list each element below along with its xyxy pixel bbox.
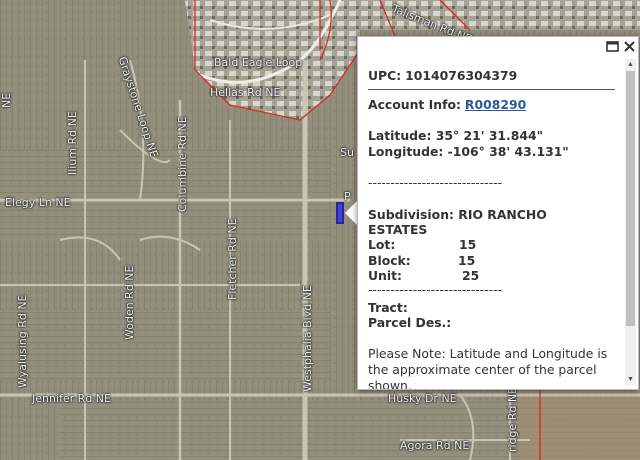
street-label-woden: Woden Rd NE (123, 265, 136, 340)
scroll-thumb[interactable] (626, 71, 635, 326)
scroll-up-icon[interactable]: ▲ (625, 59, 636, 70)
block-label: Block: (368, 253, 411, 268)
street-label-westphalia: Westphalia Blvd NE (301, 285, 314, 392)
street-label-bald-eagle: Bald Eagle Loop (214, 56, 303, 69)
subdivision-label: Subdivision: (368, 207, 454, 222)
popup-titlebar (358, 37, 638, 57)
street-label-columbine: Columbine Rd NE (176, 116, 189, 212)
street-label-partial-su: Su (340, 146, 354, 159)
street-label-hellas: Hellas Rd NE (210, 86, 281, 99)
street-label-jennifer: Jennifer Rd NE (32, 392, 111, 405)
unit-label: Unit: (368, 268, 403, 283)
unit-value: 25 (462, 268, 480, 283)
note-line-3: shown. (368, 378, 412, 389)
parcel-info-popup: UPC: 1014076304379 Account Info: R008290… (357, 36, 639, 390)
note-line-1: Please Note: Latitude and Longitude is (368, 346, 608, 361)
street-label-partial-bridge: ridge Rd NE (506, 386, 519, 452)
account-link[interactable]: R008290 (465, 97, 526, 112)
upc-label: UPC: (368, 68, 402, 83)
longitude-text: Longitude: -106° 38' 43.131" (368, 144, 569, 159)
close-icon[interactable] (623, 40, 636, 53)
subdivision-value: RIO RANCHO (458, 207, 547, 222)
popup-content: UPC: 1014076304379 Account Info: R008290… (358, 57, 624, 389)
parcel-des-label: Parcel Des.: (368, 315, 452, 330)
maximize-icon[interactable] (606, 40, 619, 53)
street-label-ilium: Ilium Rd NE (66, 111, 79, 175)
note-line-2: the approximate center of the parcel (368, 362, 597, 377)
account-row: Account Info: R008290 (368, 97, 526, 112)
street-label-husky: Husky Dr NE (388, 392, 457, 405)
popup-scrollbar[interactable]: ▲ ▼ (625, 59, 636, 385)
account-label: Account Info: (368, 97, 461, 112)
lot-label: Lot: (368, 237, 396, 252)
street-label-fletcher: Fletcher Rd NE (226, 218, 239, 300)
street-label-wyalusing: Wyalusing Rd NE (16, 294, 29, 389)
block-value: 15 (458, 253, 476, 268)
selected-parcel[interactable] (336, 202, 344, 224)
latitude-text: Latitude: 35° 21' 31.844" (368, 128, 544, 143)
lot-value: 15 (459, 237, 477, 252)
subdivision-value-continued: ESTATES (368, 222, 428, 237)
tract-label: Tract: (368, 300, 408, 315)
upc-row: UPC: 1014076304379 (368, 68, 517, 83)
divider (368, 89, 615, 90)
street-label-partial-ne: NE (0, 92, 13, 108)
dash-separator: ------------------------------ (368, 175, 503, 190)
subdivision-row: Subdivision: RIO RANCHO (368, 207, 547, 222)
dash-separator-2: ------------------------------ (368, 282, 503, 297)
upc-value: 1014076304379 (405, 68, 518, 83)
street-label-agora: Agora Rd NE (400, 439, 470, 452)
street-label-elegy: Elegy Ln NE (5, 196, 71, 209)
scroll-down-icon[interactable]: ▼ (625, 374, 636, 385)
